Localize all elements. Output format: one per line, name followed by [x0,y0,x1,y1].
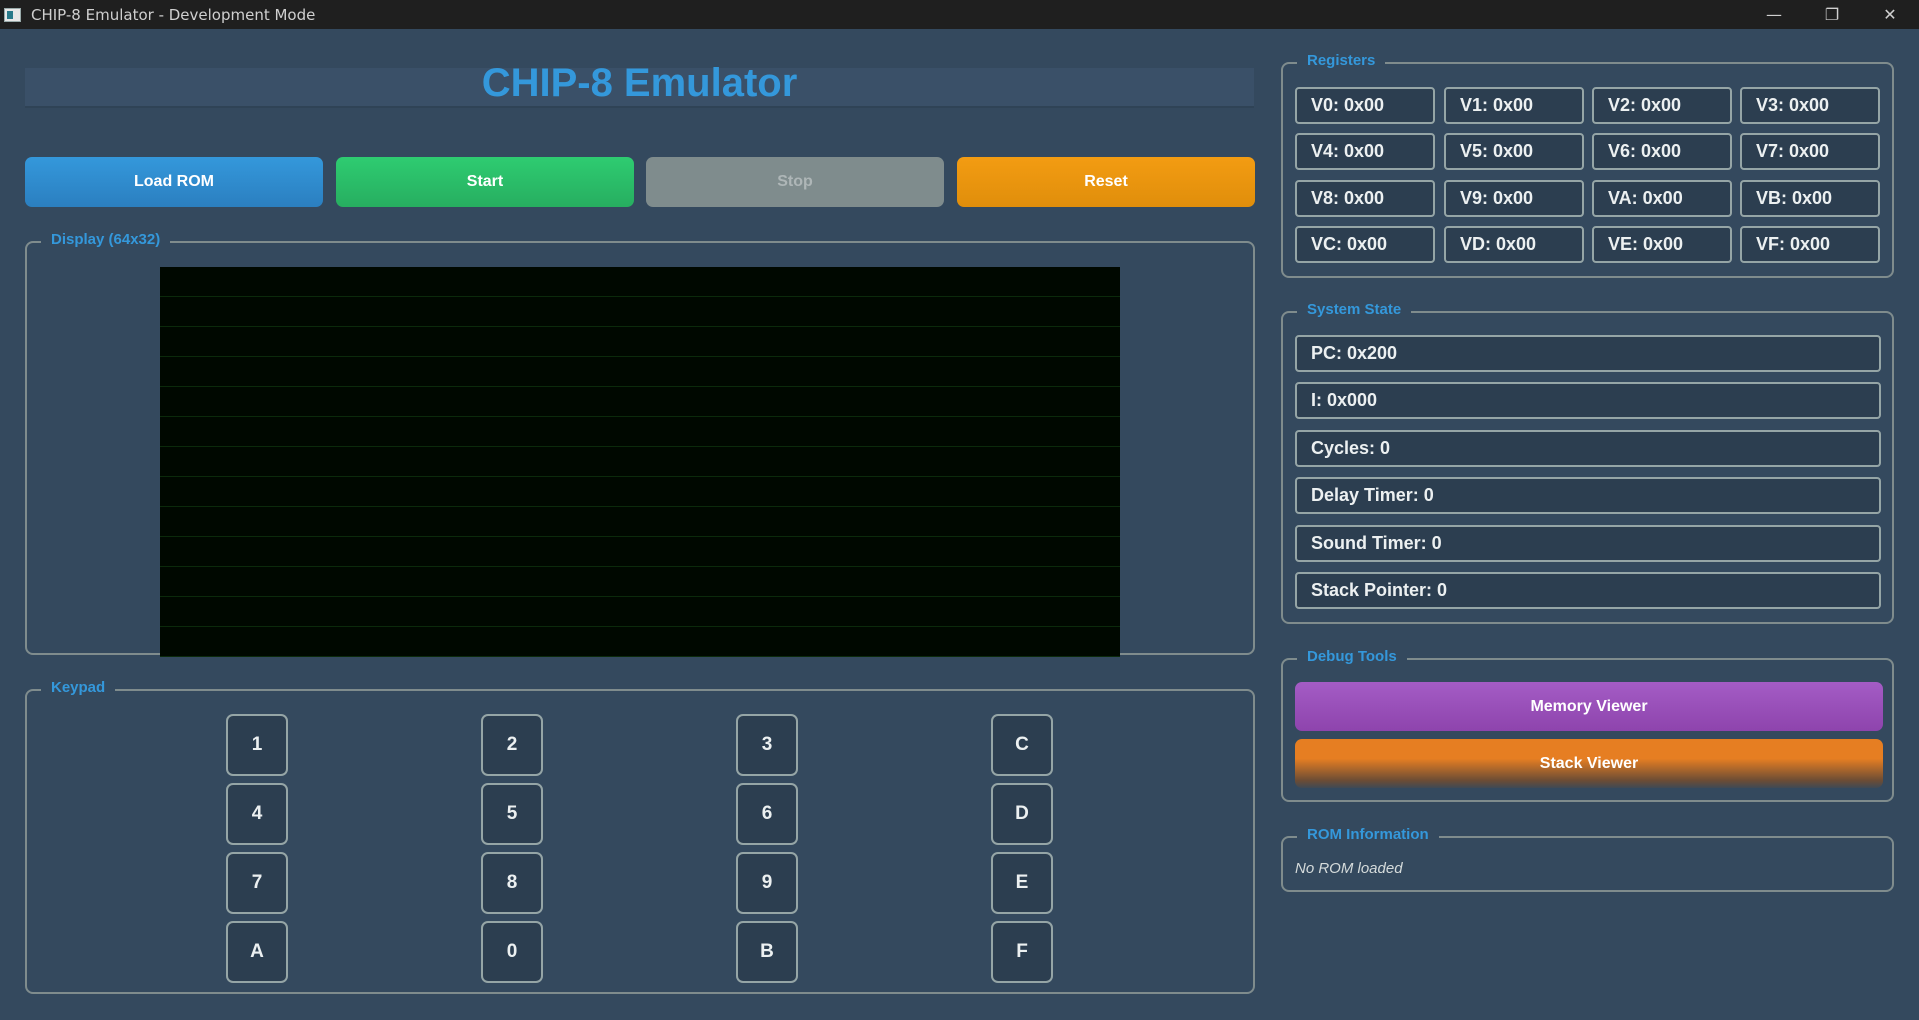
page-title: CHIP-8 Emulator [481,61,798,105]
window-titlebar: CHIP-8 Emulator - Development Mode — ❐ ✕ [0,0,1919,29]
stack-pointer-field: Stack Pointer: 0 [1295,572,1881,609]
key-7[interactable]: 7 [226,852,288,914]
register-v1: V1: 0x00 [1444,87,1584,124]
restore-icon[interactable]: ❐ [1803,0,1861,29]
register-va: VA: 0x00 [1592,180,1732,217]
reset-button[interactable]: Reset [957,157,1255,207]
key-6[interactable]: 6 [736,783,798,845]
sound-timer-field: Sound Timer: 0 [1295,525,1881,562]
rom-status-text: No ROM loaded [1295,860,1403,877]
key-4[interactable]: 4 [226,783,288,845]
register-v9: V9: 0x00 [1444,180,1584,217]
key-e[interactable]: E [991,852,1053,914]
register-v6: V6: 0x00 [1592,133,1732,170]
minimize-icon[interactable]: — [1745,0,1803,29]
window-title: CHIP-8 Emulator - Development Mode [31,5,316,24]
debug-tools-group: Debug Tools Memory Viewer Stack Viewer [1281,648,1894,802]
register-vd: VD: 0x00 [1444,226,1584,263]
keypad-title: Keypad [41,679,116,696]
system-state-title: System State [1297,301,1412,318]
key-d[interactable]: D [991,783,1053,845]
register-v7: V7: 0x00 [1740,133,1880,170]
register-vb: VB: 0x00 [1740,180,1880,217]
key-3[interactable]: 3 [736,714,798,776]
register-v4: V4: 0x00 [1295,133,1435,170]
system-state-group: System State PC: 0x200 I: 0x000 Cycles: … [1281,301,1894,624]
cycles-field: Cycles: 0 [1295,430,1881,467]
key-9[interactable]: 9 [736,852,798,914]
key-0[interactable]: 0 [481,921,543,983]
window-controls: — ❐ ✕ [1745,0,1919,29]
key-5[interactable]: 5 [481,783,543,845]
register-v3: V3: 0x00 [1740,87,1880,124]
debug-tools-title: Debug Tools [1297,648,1407,665]
key-b[interactable]: B [736,921,798,983]
rom-info-group: ROM Information No ROM loaded [1281,826,1894,892]
stack-viewer-button[interactable]: Stack Viewer [1295,739,1883,788]
key-2[interactable]: 2 [481,714,543,776]
stop-button[interactable]: Stop [646,157,944,207]
register-v5: V5: 0x00 [1444,133,1584,170]
register-vc: VC: 0x00 [1295,226,1435,263]
index-register-field: I: 0x000 [1295,382,1881,419]
register-v2: V2: 0x00 [1592,87,1732,124]
start-button[interactable]: Start [336,157,634,207]
delay-timer-field: Delay Timer: 0 [1295,477,1881,514]
key-1[interactable]: 1 [226,714,288,776]
app-icon [4,7,21,22]
display-screen [160,267,1120,657]
key-8[interactable]: 8 [481,852,543,914]
key-c[interactable]: C [991,714,1053,776]
key-a[interactable]: A [226,921,288,983]
close-icon[interactable]: ✕ [1861,0,1919,29]
register-v0: V0: 0x00 [1295,87,1435,124]
pc-field: PC: 0x200 [1295,335,1881,372]
load-rom-button[interactable]: Load ROM [25,157,323,207]
memory-viewer-button[interactable]: Memory Viewer [1295,682,1883,731]
registers-title: Registers [1297,52,1386,69]
display-title: Display (64x32) [41,231,171,248]
registers-group: Registers V0: 0x00 V1: 0x00 V2: 0x00 V3:… [1281,52,1894,278]
rom-info-title: ROM Information [1297,826,1439,843]
display-group: Display (64x32) [25,231,1255,657]
register-v8: V8: 0x00 [1295,180,1435,217]
register-vf: VF: 0x00 [1740,226,1880,263]
key-f[interactable]: F [991,921,1053,983]
keypad-group: Keypad 1 2 3 C 4 5 6 D 7 8 9 E A 0 B F [25,679,1255,994]
register-ve: VE: 0x00 [1592,226,1732,263]
